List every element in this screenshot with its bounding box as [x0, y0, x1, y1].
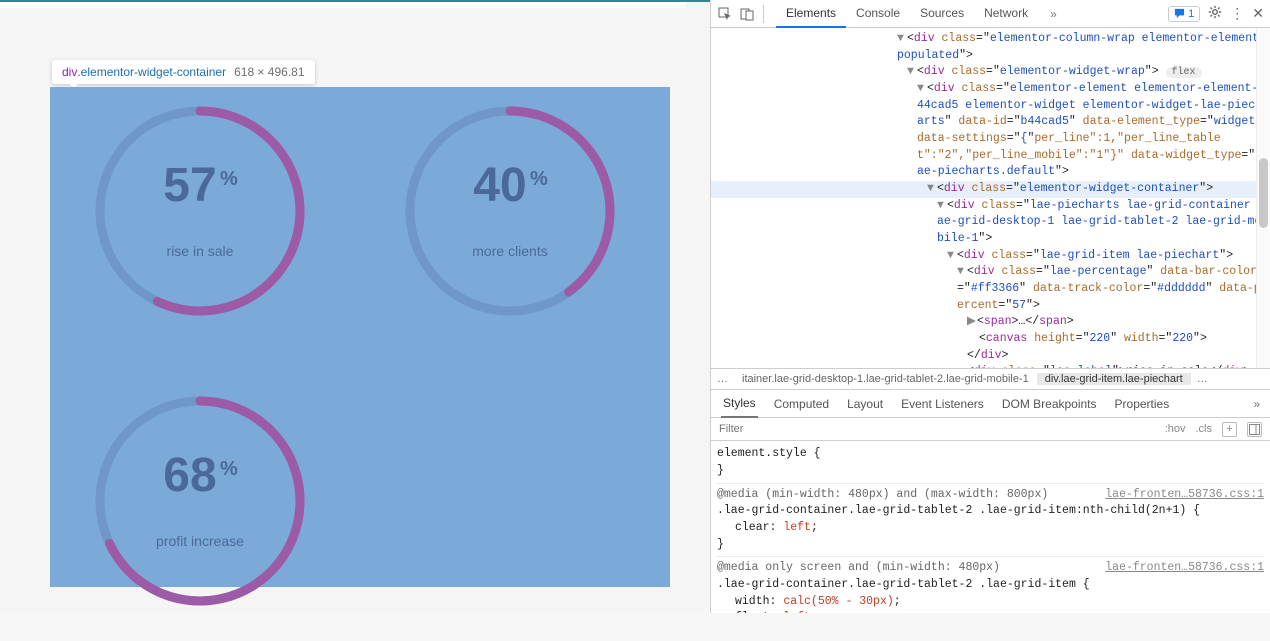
source-link[interactable]: lae-fronten…58736.css:1 — [1105, 560, 1264, 577]
close-icon[interactable]: ✕ — [1252, 5, 1264, 22]
pie-svg: 68% profit increase — [90, 391, 310, 611]
styles-tab-styles[interactable]: Styles — [721, 390, 758, 418]
dom-node[interactable]: </div> — [711, 348, 1270, 365]
pie-label: rise in sale — [167, 243, 234, 259]
new-rule-button[interactable]: + — [1222, 422, 1237, 437]
dom-node[interactable]: ▼<div class="lae-percentage" data-bar-co… — [711, 264, 1270, 314]
styles-tab-properties[interactable]: Properties — [1113, 391, 1172, 417]
tooltip-dimensions: 618 × 496.81 — [234, 65, 304, 79]
dom-breadcrumbs[interactable]: … itainer.lae-grid-desktop-1.lae-grid-ta… — [711, 368, 1270, 390]
panel-tab-sources[interactable]: Sources — [910, 0, 974, 28]
css-rule[interactable]: element.style {} — [717, 443, 1264, 483]
css-rules[interactable]: element.style {}lae-fronten…58736.css:1@… — [711, 441, 1270, 613]
dom-node[interactable]: ▼<div class="elementor-element elementor… — [711, 81, 1270, 181]
piechart-0: 57% rise in sale — [90, 101, 310, 351]
dom-scrollbar[interactable] — [1256, 28, 1270, 368]
inspect-icon[interactable] — [717, 6, 733, 22]
css-rule[interactable]: lae-fronten…58736.css:1@media only scree… — [717, 557, 1264, 613]
styles-tab-dom-breakpoints[interactable]: DOM Breakpoints — [1000, 391, 1099, 417]
css-rule[interactable]: lae-fronten…58736.css:1@media (min-width… — [717, 484, 1264, 558]
breadcrumb-overflow-right[interactable]: … — [1191, 373, 1214, 385]
settings-icon[interactable] — [1208, 5, 1222, 22]
device-toggle-icon[interactable] — [739, 6, 755, 22]
devtools-panel: ElementsConsoleSourcesNetwork » 1 ⋮ ✕ ▼<… — [710, 0, 1270, 613]
panel-tab-console[interactable]: Console — [846, 0, 910, 28]
devtools-toolbar: ElementsConsoleSourcesNetwork » 1 ⋮ ✕ — [711, 0, 1270, 28]
piechart-2: 68% profit increase — [90, 391, 310, 641]
pie-unit: % — [530, 168, 548, 190]
dom-node[interactable]: <canvas height="220" width="220"> — [711, 331, 1270, 348]
pie-unit: % — [220, 458, 238, 480]
dom-node[interactable]: ▼<div class="lae-piecharts lae-grid-cont… — [711, 198, 1270, 248]
elementor-widget-container: 57% rise in sale 40% more clients 68% profit … — [50, 87, 670, 587]
dom-node[interactable]: ▼<div class="lae-grid-item lae-piechart"… — [711, 248, 1270, 265]
hov-toggle[interactable]: :hov — [1165, 423, 1186, 435]
dom-tree[interactable]: ▼<div class="elementor-column-wrap eleme… — [711, 28, 1270, 368]
tooltip-class: .elementor-widget-container — [77, 65, 226, 79]
pie-value: 68 — [163, 449, 216, 502]
pie-label: profit increase — [156, 533, 244, 549]
more-tabs-icon[interactable]: » — [1044, 7, 1063, 21]
pie-label: more clients — [472, 243, 547, 259]
toolbar-divider — [763, 5, 764, 23]
piechart-1: 40% more clients — [400, 101, 620, 351]
panel-tab-elements[interactable]: Elements — [776, 0, 846, 28]
pie-svg: 57% rise in sale — [90, 101, 310, 321]
panel-tab-network[interactable]: Network — [974, 0, 1038, 28]
dom-node[interactable]: <div class="lae-label">rise in sale</div… — [711, 364, 1270, 368]
breadcrumb-selected[interactable]: div.lae-grid-item.lae-piechart — [1037, 373, 1191, 385]
styles-filter-input[interactable] — [711, 419, 1157, 439]
source-link[interactable]: lae-fronten…58736.css:1 — [1105, 487, 1264, 504]
breadcrumb-overflow-left[interactable]: … — [711, 373, 734, 385]
pie-unit: % — [220, 168, 238, 190]
pie-value: 40 — [473, 159, 526, 212]
styles-tab-computed[interactable]: Computed — [772, 391, 831, 417]
content-edge — [0, 2, 686, 8]
kebab-menu-icon[interactable]: ⋮ — [1230, 5, 1244, 22]
styles-pane: Styles Computed Layout Event Listeners DOM B… — [711, 390, 1270, 613]
dom-node[interactable]: ▼<div class="elementor-widget-wrap"> fle… — [711, 64, 1270, 81]
styles-filter-bar: :hov .cls + — [711, 418, 1270, 441]
devtools-tabs: ElementsConsoleSourcesNetwork — [776, 0, 1038, 28]
tooltip-tag: div — [62, 65, 77, 79]
inspect-tooltip: div.elementor-widget-container 618 × 496… — [52, 60, 315, 84]
messages-count: 1 — [1188, 8, 1194, 20]
piecharts-grid: 57% rise in sale 40% more clients 68% profit … — [90, 101, 630, 641]
styles-tab-layout[interactable]: Layout — [845, 391, 885, 417]
breadcrumb-ancestor[interactable]: itainer.lae-grid-desktop-1.lae-grid-tabl… — [734, 373, 1037, 385]
more-styles-tabs-icon[interactable]: » — [1253, 397, 1260, 411]
scrollbar-thumb[interactable] — [1259, 158, 1268, 228]
pie-svg: 40% more clients — [400, 101, 620, 321]
styles-tabs: Styles Computed Layout Event Listeners DOM B… — [711, 390, 1270, 418]
dom-node[interactable]: ▼<div class="elementor-column-wrap eleme… — [711, 31, 1270, 64]
page-preview: div.elementor-widget-container 618 × 496… — [0, 0, 710, 613]
messages-badge[interactable]: 1 — [1168, 6, 1200, 22]
dom-node[interactable]: ▶<span>…</span> — [711, 314, 1270, 331]
dom-node[interactable]: ▼<div class="elementor-widget-container"… — [711, 181, 1270, 198]
styles-tab-event-listeners[interactable]: Event Listeners — [899, 391, 986, 417]
pie-value: 57 — [163, 159, 216, 212]
panel-layout-icon[interactable] — [1247, 422, 1262, 437]
cls-toggle[interactable]: .cls — [1196, 423, 1213, 435]
